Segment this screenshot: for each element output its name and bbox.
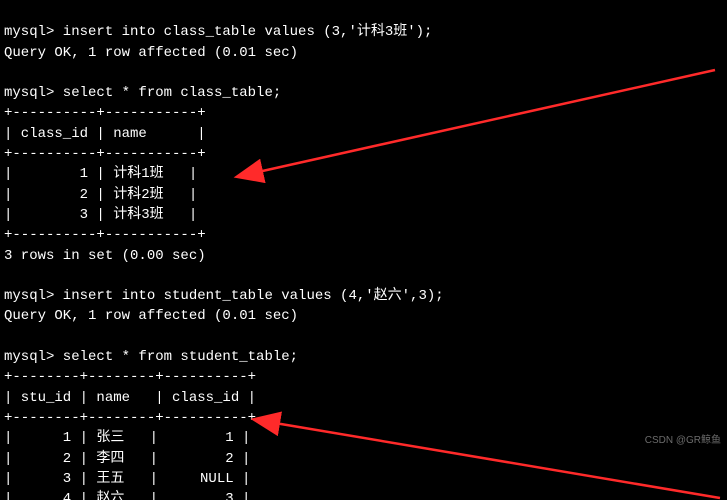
table-row: | 4 | 赵六 | 3 |: [4, 491, 250, 500]
cmd-select-student: mysql> select * from student_table;: [4, 349, 298, 365]
table-border: +--------+--------+----------+: [4, 410, 256, 426]
table-row: | 1 | 张三 | 1 |: [4, 430, 250, 446]
table-row: | 3 | 王五 | NULL |: [4, 471, 250, 487]
table-row: | 1 | 计科1班 |: [4, 166, 197, 182]
terminal-output: mysql> insert into class_table values (3…: [0, 0, 727, 500]
table-border: +--------+--------+----------+: [4, 369, 256, 385]
result-summary-1: 3 rows in set (0.00 sec): [4, 248, 206, 264]
cmd-insert-class: mysql> insert into class_table values (3…: [4, 24, 432, 40]
cmd-insert-student: mysql> insert into student_table values …: [4, 288, 444, 304]
table-row: | 3 | 计科3班 |: [4, 207, 197, 223]
cmd-select-class: mysql> select * from class_table;: [4, 85, 281, 101]
table-border: +----------+-----------+: [4, 227, 206, 243]
table-border: +----------+-----------+: [4, 146, 206, 162]
table-row: | 2 | 计科2班 |: [4, 187, 197, 203]
table-row: | 2 | 李四 | 2 |: [4, 451, 250, 467]
result-ok-2: Query OK, 1 row affected (0.01 sec): [4, 308, 298, 324]
table-header-class: | class_id | name |: [4, 126, 206, 142]
result-ok-1: Query OK, 1 row affected (0.01 sec): [4, 45, 298, 61]
table-header-student: | stu_id | name | class_id |: [4, 390, 256, 406]
table-border: +----------+-----------+: [4, 105, 206, 121]
watermark: CSDN @GR鲸鱼: [645, 434, 721, 449]
